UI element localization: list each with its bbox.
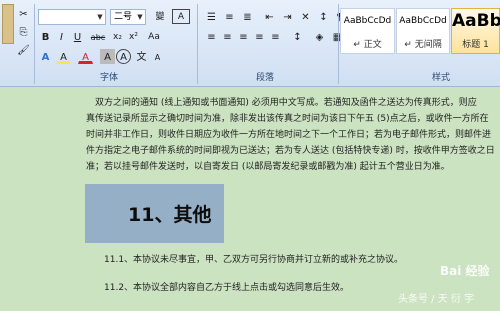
paragraph-group-label: 段落 [256, 73, 275, 83]
ribbon: ✂ ⎘ 🖌 ▼ 二号 ▼ 變 A B I U abc x₂ x² Aa A A … [0, 0, 500, 87]
chevron-down-icon: ▼ [137, 13, 143, 21]
style-normal[interactable]: AaBbCcDd ↵ 正文 [340, 8, 395, 54]
paragraph-line: 时间并非工作日，则收件日期应为收件一方所在地时间之下一个工作日；若为电子邮件形式… [86, 130, 492, 140]
subscript-button[interactable]: x₂ [110, 29, 125, 44]
style-no-spacing[interactable]: AaBbCcDd ↵ 无间隔 [396, 8, 450, 54]
distributed-button[interactable]: ≡ [268, 29, 283, 44]
multilevel-list-button[interactable]: ≣ [240, 9, 255, 24]
char-border-button[interactable]: A [172, 9, 190, 24]
style-name: ↵ 正文 [353, 40, 382, 50]
char-shading-button[interactable]: A [100, 49, 115, 64]
font-size-combo[interactable]: 二号 ▼ [110, 9, 146, 25]
numbering-button[interactable]: ≡ [222, 9, 237, 24]
align-center-button[interactable]: ≡ [220, 29, 235, 44]
italic-button[interactable]: I [54, 29, 69, 44]
highlight-button[interactable]: A [56, 49, 71, 64]
bullets-button[interactable]: ☰ [204, 9, 219, 24]
style-name: ↵ 无间隔 [404, 40, 442, 50]
sort-button[interactable]: ↕ [316, 9, 331, 24]
font-group-label: 字体 [100, 73, 119, 83]
justify-button[interactable]: ≡ [252, 29, 267, 44]
style-heading-1[interactable]: AaBb 标题 1 [451, 8, 500, 54]
font-size-value: 二号 [114, 12, 133, 22]
paste-icon[interactable] [2, 4, 14, 44]
paragraph-line: 件方指定之电子邮件系统的时间即视为已送达；若为专人送达 (包括特快专递) 时，按… [86, 146, 495, 156]
shading-button[interactable]: ◈ [312, 29, 327, 44]
font-name-combo[interactable]: ▼ [38, 9, 106, 25]
align-right-button[interactable]: ≡ [236, 29, 251, 44]
change-case-button[interactable]: Aa [144, 29, 164, 44]
clause-line: 11.2、本协议全部内容自乙方于线上点击或勾选同意后生效。 [104, 283, 350, 293]
strikethrough-button[interactable]: abc [88, 29, 108, 44]
copy-icon[interactable]: ⎘ [16, 24, 31, 39]
font-color-button[interactable]: A [78, 49, 93, 64]
chinese-layout-button[interactable]: ✕ [298, 9, 313, 24]
bold-button[interactable]: B [38, 29, 53, 44]
shrink-font-button[interactable]: A [150, 49, 165, 64]
superscript-button[interactable]: x² [126, 29, 141, 44]
paragraph-line: 双方之间的通知 (线上通知或书面通知) 必须用中文写成。若通知及函件之送达为传真… [95, 98, 477, 108]
decrease-indent-button[interactable]: ⇤ [262, 9, 277, 24]
chevron-down-icon: ▼ [97, 13, 103, 21]
document-body[interactable]: 双方之间的通知 (线上通知或书面通知) 必须用中文写成。若通知及函件之送达为传真… [0, 87, 500, 311]
styles-group-label: 样式 [432, 73, 451, 83]
align-left-button[interactable]: ≡ [204, 29, 219, 44]
format-painter-icon[interactable]: 🖌 [16, 42, 31, 57]
cut-icon[interactable]: ✂ [16, 6, 31, 21]
section-heading: 11、其他 [128, 204, 212, 226]
text-effects-button[interactable]: A [38, 49, 53, 64]
clause-line: 11.1、本协议未尽事宜，甲、乙双方可另行协商并订立新的或补充之协议。 [104, 255, 404, 265]
paragraph-line: 准；若以挂号邮件发送时，以自寄发日 (以邮局寄发纪录或邮戳为准) 起计五个营业日… [86, 162, 450, 172]
style-sample: AaBbCcDd [343, 16, 392, 26]
watermark-brand: Bai 经验 [440, 264, 490, 278]
underline-button[interactable]: U [70, 29, 85, 44]
watermark-author: 头条号 / 天 衍 宇 [398, 294, 475, 305]
grow-font-button[interactable]: 文 [134, 49, 149, 64]
enclose-char-button[interactable]: A [116, 49, 131, 64]
paragraph-line: 真传送记录所显示之确切时间为准，除非发出该传真之时间为该日下午五 (5)点之后，… [86, 114, 489, 124]
style-name: 标题 1 [462, 40, 489, 50]
line-spacing-button[interactable]: ↕ [290, 29, 305, 44]
phonetic-guide-button[interactable]: 變 [150, 9, 170, 24]
increase-indent-button[interactable]: ⇥ [280, 9, 295, 24]
style-sample: AaBb [452, 11, 500, 31]
style-sample: AaBbCcDd [399, 16, 447, 26]
